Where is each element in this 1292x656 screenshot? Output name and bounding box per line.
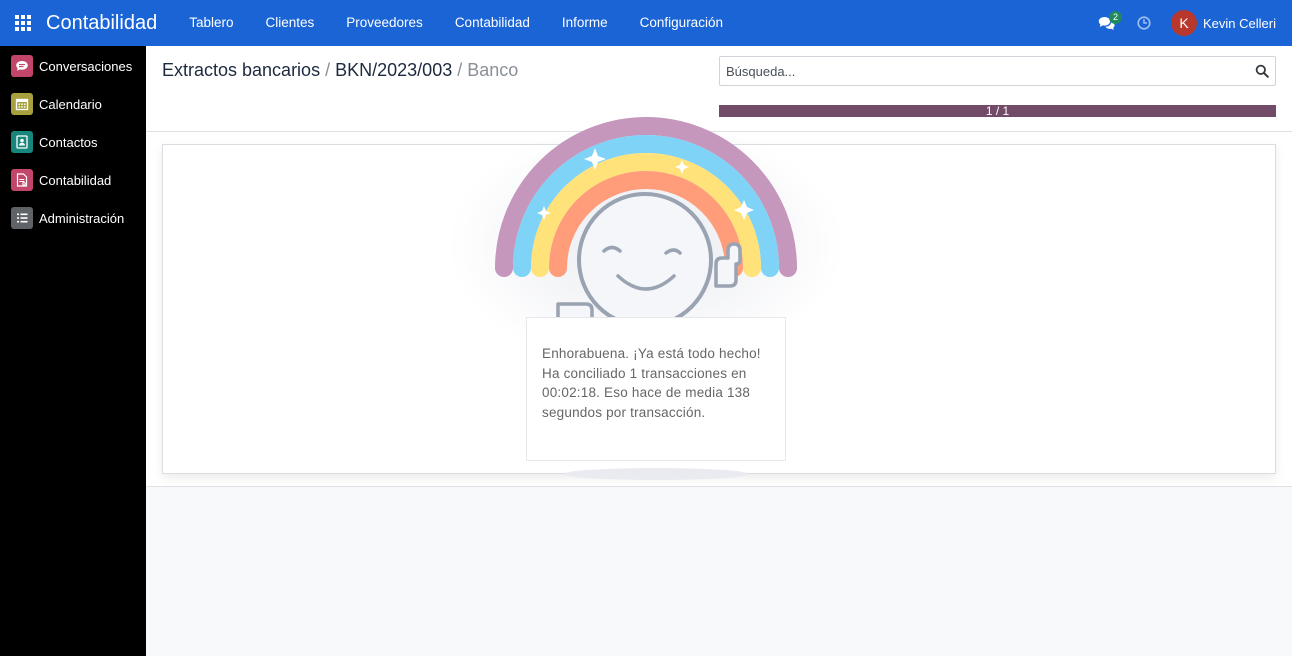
menu-item-configuracion[interactable]: Configuración xyxy=(624,0,739,46)
sidebar-item-label: Contactos xyxy=(39,134,98,150)
breadcrumb: Extractos bancarios / BKN/2023/003 / Ban… xyxy=(162,60,518,81)
clock-icon xyxy=(1137,16,1151,30)
breadcrumb-separator: / xyxy=(457,60,463,80)
success-message: Enhorabuena. ¡Ya está todo hecho! Ha con… xyxy=(542,346,761,420)
settings-list-icon xyxy=(11,207,33,229)
search-input[interactable] xyxy=(720,57,1240,85)
sidebar-item-contabilidad[interactable]: Contabilidad xyxy=(0,161,146,199)
illustration-shadow xyxy=(564,468,748,480)
breadcrumb-active: Banco xyxy=(467,60,519,80)
avatar: K xyxy=(1171,10,1198,36)
app-name[interactable]: Contabilidad xyxy=(46,12,157,35)
calendar-icon xyxy=(11,93,33,115)
menu-item-tablero[interactable]: Tablero xyxy=(173,0,249,46)
rainbow-smiley-illustration xyxy=(495,117,797,330)
chat-bubble-icon xyxy=(11,55,33,77)
breadcrumb-item-statement[interactable]: BKN/2023/003 xyxy=(335,60,452,80)
sidebar-item-conversaciones[interactable]: Conversaciones xyxy=(0,47,146,85)
sidebar: Conversaciones Calendario Contactos Cont… xyxy=(0,46,146,656)
activity-button[interactable] xyxy=(1125,0,1163,46)
sidebar-item-label: Conversaciones xyxy=(39,58,133,74)
sidebar-item-calendario[interactable]: Calendario xyxy=(0,85,146,123)
message-box: Enhorabuena. ¡Ya está todo hecho! Ha con… xyxy=(526,317,786,461)
top-navbar: Contabilidad Tablero Clientes Proveedore… xyxy=(0,0,1292,46)
search-box xyxy=(719,56,1276,86)
menu-item-clientes[interactable]: Clientes xyxy=(249,0,330,46)
user-name: Kevin Celleri xyxy=(1203,15,1276,31)
search-icon[interactable] xyxy=(1255,64,1269,83)
chat-count-badge: 2 xyxy=(1109,11,1123,24)
navbar-systray: 2 K Kevin Celleri xyxy=(1087,0,1292,46)
menu-item-proveedores[interactable]: Proveedores xyxy=(330,0,439,46)
sidebar-item-label: Contabilidad xyxy=(39,172,112,188)
sidebar-item-contactos[interactable]: Contactos xyxy=(0,123,146,161)
apps-menu-icon[interactable] xyxy=(0,0,46,46)
user-menu[interactable]: K Kevin Celleri xyxy=(1171,0,1292,46)
messaging-button[interactable]: 2 xyxy=(1087,0,1125,46)
sidebar-item-administracion[interactable]: Administración xyxy=(0,199,146,237)
breadcrumb-separator: / xyxy=(325,60,331,80)
breadcrumb-item-extractos[interactable]: Extractos bancarios xyxy=(162,60,320,80)
invoice-icon xyxy=(11,169,33,191)
menu-item-contabilidad[interactable]: Contabilidad xyxy=(439,0,546,46)
sidebar-item-label: Calendario xyxy=(39,96,102,112)
contact-card-icon xyxy=(11,131,33,153)
main-menu: Tablero Clientes Proveedores Contabilida… xyxy=(173,0,739,46)
menu-item-informe[interactable]: Informe xyxy=(546,0,624,46)
sidebar-item-label: Administración xyxy=(39,210,125,226)
